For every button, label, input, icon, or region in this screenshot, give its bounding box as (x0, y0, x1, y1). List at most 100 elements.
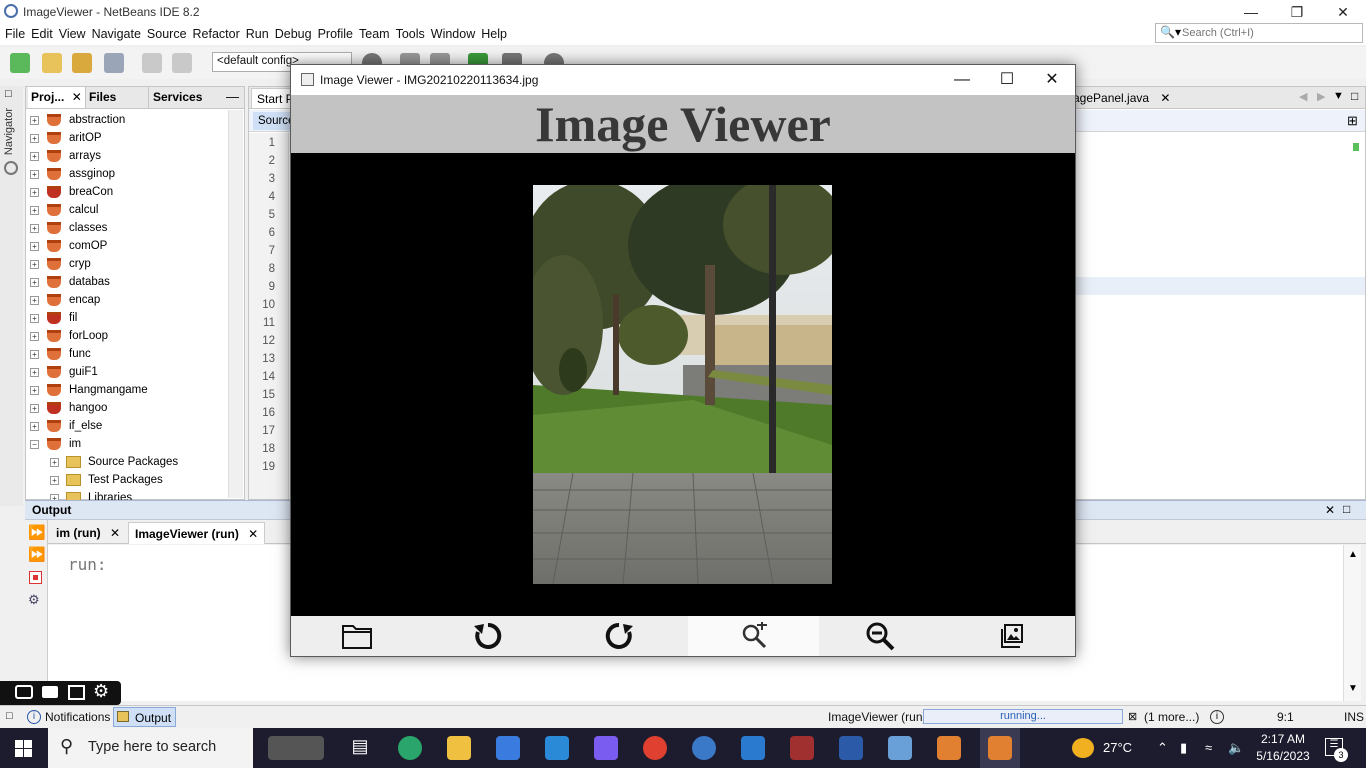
ide-search-input[interactable] (1182, 25, 1360, 41)
expand-icon[interactable]: + (30, 224, 39, 233)
settings-icon[interactable]: ⚙ (28, 592, 40, 608)
expand-icon[interactable]: + (30, 332, 39, 341)
redo-icon[interactable] (172, 53, 192, 73)
project-tree-scrollbar[interactable] (228, 110, 243, 498)
menu-team[interactable]: Team (356, 25, 393, 44)
vscode-icon[interactable] (741, 736, 765, 760)
tree-item-project[interactable]: − im (26, 435, 226, 453)
tab-im-run[interactable]: im (run) ✕ (50, 522, 126, 544)
camera-app-icon[interactable] (268, 736, 324, 760)
weather-temp[interactable]: 27°C (1103, 740, 1132, 755)
collapse-icon[interactable]: − (30, 440, 39, 449)
menu-tools[interactable]: Tools (393, 25, 428, 44)
new-project-icon[interactable] (42, 53, 62, 73)
gallery-button[interactable] (946, 616, 1077, 656)
expand-icon[interactable]: + (30, 188, 39, 197)
tab-scroll-left-icon[interactable]: ◀ (1299, 90, 1307, 103)
tab-imageviewer-run[interactable]: ImageViewer (run) ✕ (128, 522, 266, 544)
expand-icon[interactable]: + (30, 170, 39, 179)
open-folder-button[interactable] (291, 616, 422, 656)
menu-run[interactable]: Run (243, 25, 272, 44)
ide-search-box[interactable]: 🔍▾ (1155, 23, 1363, 43)
rerun-icon[interactable]: ⏩ (28, 524, 45, 541)
expand-icon[interactable]: + (30, 350, 39, 359)
expand-icon[interactable]: + (30, 242, 39, 251)
windows-start-icon[interactable] (15, 740, 32, 757)
more-processes-link[interactable]: (1 more...) (1144, 710, 1199, 724)
output-scrollbar[interactable]: ▲ ▼ (1343, 545, 1361, 701)
stop-icon[interactable] (29, 571, 42, 584)
expand-icon[interactable]: + (30, 386, 39, 395)
edge-icon[interactable] (398, 736, 422, 760)
tree-item-project[interactable]: + guiF1 (26, 363, 226, 381)
tab-services[interactable]: Services (148, 87, 205, 108)
restore-window-icon[interactable]: □ (5, 88, 12, 100)
tree-item-package[interactable]: + Test Packages (26, 471, 226, 489)
expand-icon[interactable]: + (50, 476, 59, 485)
copilot-icon[interactable] (594, 736, 618, 760)
menu-help[interactable]: Help (478, 25, 510, 44)
file-explorer-icon[interactable] (447, 736, 471, 760)
weather-icon[interactable] (1072, 738, 1094, 758)
chevron-up-icon[interactable]: ⌃ (1157, 740, 1168, 756)
tree-item-package[interactable]: + Source Packages (26, 453, 226, 471)
close-button[interactable]: ✕ (1320, 0, 1366, 25)
tree-item-project[interactable]: + classes (26, 219, 226, 237)
tree-item-project[interactable]: + breaCon (26, 183, 226, 201)
menu-edit[interactable]: Edit (28, 25, 56, 44)
expand-icon[interactable]: + (30, 206, 39, 215)
navigator-tab[interactable]: Navigator (3, 108, 15, 155)
chrome-icon[interactable] (643, 736, 667, 760)
tree-item-project[interactable]: + func (26, 345, 226, 363)
expand-icon[interactable]: + (30, 116, 39, 125)
tree-item-project[interactable]: + calcul (26, 201, 226, 219)
restore-window-icon[interactable]: □ (6, 710, 13, 722)
tree-item-project[interactable]: + abstraction (26, 111, 226, 129)
tree-item-project[interactable]: + encap (26, 291, 226, 309)
gear-icon[interactable]: ⚙ (93, 681, 109, 702)
rerun-with-params-icon[interactable]: ⏩ (28, 546, 45, 563)
tab-scroll-right-icon[interactable]: ▶ (1317, 90, 1325, 103)
camera-icon[interactable] (15, 685, 33, 699)
close-icon[interactable]: ✕ (1325, 503, 1335, 517)
qbittorrent-icon[interactable] (692, 736, 716, 760)
close-icon[interactable]: ✕ (72, 90, 82, 104)
tree-item-project[interactable]: + forLoop (26, 327, 226, 345)
restore-window-icon[interactable]: □ (1343, 502, 1350, 516)
split-editor-icon[interactable]: ⊞ (1347, 113, 1358, 129)
close-icon[interactable]: ✕ (110, 526, 120, 540)
tree-item-project[interactable]: + fil (26, 309, 226, 327)
info-icon[interactable]: i (1210, 710, 1224, 724)
menu-refactor[interactable]: Refactor (190, 25, 243, 44)
save-all-icon[interactable] (104, 53, 124, 73)
rotate-right-button[interactable] (553, 616, 684, 656)
zoom-out-button[interactable] (814, 616, 945, 656)
expand-icon[interactable]: + (30, 296, 39, 305)
viewer-minimize-button[interactable]: — (939, 65, 985, 95)
word-icon[interactable] (839, 736, 863, 760)
expand-icon[interactable]: + (30, 152, 39, 161)
menu-navigate[interactable]: Navigate (89, 25, 144, 44)
menu-view[interactable]: View (56, 25, 89, 44)
expand-icon[interactable]: + (30, 278, 39, 287)
tree-item-project[interactable]: + assginop (26, 165, 226, 183)
cancel-process-icon[interactable]: ⊠ (1128, 710, 1137, 723)
menu-file[interactable]: File (2, 25, 28, 44)
expand-icon[interactable]: + (30, 134, 39, 143)
video-icon[interactable] (42, 686, 58, 698)
expand-icon[interactable]: + (30, 404, 39, 413)
expand-icon[interactable]: + (30, 314, 39, 323)
expand-icon[interactable]: + (30, 422, 39, 431)
task-view-icon[interactable]: ▤ (348, 736, 372, 760)
minimize-panel-icon[interactable]: — (226, 89, 239, 104)
wifi-icon[interactable]: ≈ (1205, 740, 1212, 755)
java-active-app[interactable] (980, 728, 1020, 768)
store-icon[interactable] (496, 736, 520, 760)
restore-window-icon[interactable]: □ (1351, 89, 1358, 103)
expand-icon[interactable]: + (50, 458, 59, 467)
tab-list-icon[interactable]: ▼ (1333, 90, 1344, 102)
notifications-tab[interactable]: Notifications (45, 710, 110, 724)
expand-icon[interactable]: + (30, 260, 39, 269)
taskbar-search-box[interactable]: ⚲ Type here to search (48, 728, 253, 768)
winrar-icon[interactable] (790, 736, 814, 760)
